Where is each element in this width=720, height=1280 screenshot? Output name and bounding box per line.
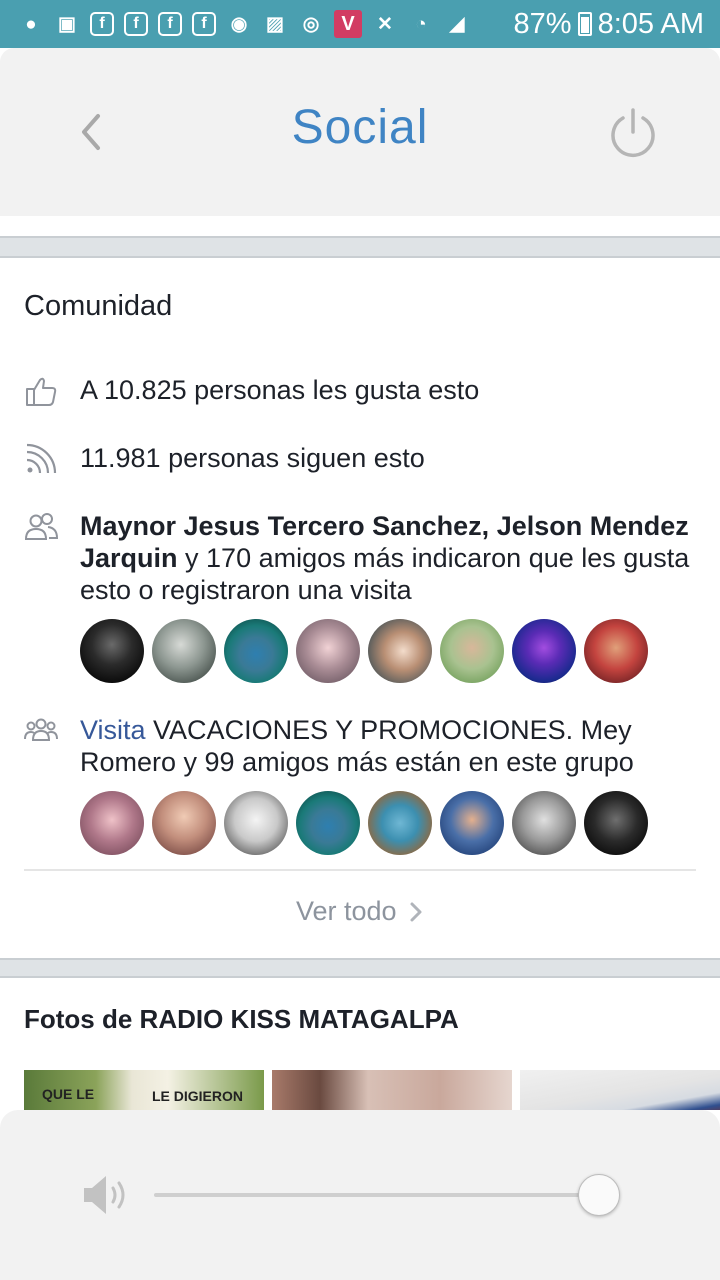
clock: 8:05 AM xyxy=(597,7,704,40)
chat-icon: ● xyxy=(25,13,37,35)
photo-thumbnail[interactable] xyxy=(272,1070,512,1110)
follows-text: 11.981 personas siguen esto xyxy=(80,443,425,473)
visit-link[interactable]: Visita xyxy=(80,715,146,745)
avatar[interactable] xyxy=(224,791,288,855)
chevron-right-icon xyxy=(410,902,422,922)
avatar[interactable] xyxy=(584,791,648,855)
friend-name-separator: , xyxy=(481,511,497,541)
group-avatars xyxy=(80,791,648,855)
follows-row: 11.981 personas siguen esto xyxy=(24,442,704,478)
podcast-icon: ◎ xyxy=(302,13,320,35)
thumbs-up-icon xyxy=(26,377,57,406)
avatar[interactable] xyxy=(224,619,288,683)
friends-text: Maynor Jesus Tercero Sanchez, Jelson Men… xyxy=(80,510,696,606)
group-rest-text: VACACIONES Y PROMOCIONES. Mey Romero y 9… xyxy=(80,715,634,777)
facebook-icon: f xyxy=(124,12,148,36)
messenger-icon: ◉ xyxy=(230,13,248,35)
avatar[interactable] xyxy=(296,619,360,683)
battery-percent: 87% xyxy=(513,7,572,40)
gallery-icon: ▨ xyxy=(266,13,284,35)
section-separator xyxy=(0,236,720,258)
signal-icon: ◢ xyxy=(449,13,465,35)
radio-icon: ▣ xyxy=(58,13,76,35)
avatar[interactable] xyxy=(512,791,576,855)
friends-row: Maynor Jesus Tercero Sanchez, Jelson Men… xyxy=(24,510,704,610)
friends-avatars xyxy=(80,619,648,683)
facebook-icon: f xyxy=(192,12,216,36)
wifi-icon: ◔ xyxy=(415,13,427,35)
facebook-icon: f xyxy=(158,12,182,36)
friend-name[interactable]: Maynor Jesus Tercero Sanchez xyxy=(80,511,482,541)
photo-caption: LE DIGIERON xyxy=(152,1088,244,1104)
likes-text: A 10.825 personas les gusta esto xyxy=(80,375,480,405)
power-icon[interactable] xyxy=(606,106,660,160)
facebook-icon: f xyxy=(90,12,114,36)
photo-thumbnail[interactable] xyxy=(520,1070,720,1110)
volume-slider-thumb[interactable] xyxy=(578,1174,621,1216)
photo-thumbnail[interactable]: QUE LE LE DIGIERON xyxy=(24,1070,264,1110)
avatar[interactable] xyxy=(512,619,576,683)
section-separator xyxy=(0,958,720,978)
group-icon xyxy=(24,718,58,741)
avatar[interactable] xyxy=(152,791,216,855)
avatar[interactable] xyxy=(80,791,144,855)
notification-icons: ● ▣ f f f f ◉ ▨ ◎ V ✕ ◔ ◢ xyxy=(18,10,514,38)
community-title: Comunidad xyxy=(24,290,173,322)
avatar[interactable] xyxy=(152,619,216,683)
mute-icon: ✕ xyxy=(377,13,393,35)
friends-icon xyxy=(24,513,58,540)
avatar[interactable] xyxy=(368,619,432,683)
photo-caption: QUE LE xyxy=(42,1086,95,1102)
avatar[interactable] xyxy=(440,619,504,683)
likes-row: A 10.825 personas les gusta esto xyxy=(24,374,704,410)
rss-icon xyxy=(26,443,57,474)
photos-title: Fotos de RADIO KISS MATAGALPA xyxy=(24,1004,459,1034)
app-header: Social xyxy=(0,48,720,216)
see-all-button[interactable]: Ver todo xyxy=(0,896,720,927)
volume-slider-track[interactable] xyxy=(154,1193,618,1197)
volume-icon[interactable] xyxy=(80,1170,132,1220)
card-divider xyxy=(24,869,696,871)
avatar[interactable] xyxy=(80,619,144,683)
battery-icon xyxy=(577,12,592,36)
group-row: Visita VACACIONES Y PROMOCIONES. Mey Rom… xyxy=(24,714,704,784)
audio-player xyxy=(0,1110,720,1280)
status-bar: ● ▣ f f f f ◉ ▨ ◎ V ✕ ◔ ◢ 87% 8:05 AM xyxy=(0,0,720,48)
vivaldi-icon: V xyxy=(334,10,362,38)
group-text: Visita VACACIONES Y PROMOCIONES. Mey Rom… xyxy=(80,714,696,778)
avatar[interactable] xyxy=(296,791,360,855)
see-all-label: Ver todo xyxy=(295,896,397,926)
avatar[interactable] xyxy=(368,791,432,855)
avatar[interactable] xyxy=(440,791,504,855)
avatar[interactable] xyxy=(584,619,648,683)
photos-strip: QUE LE LE DIGIERON xyxy=(24,1070,720,1110)
